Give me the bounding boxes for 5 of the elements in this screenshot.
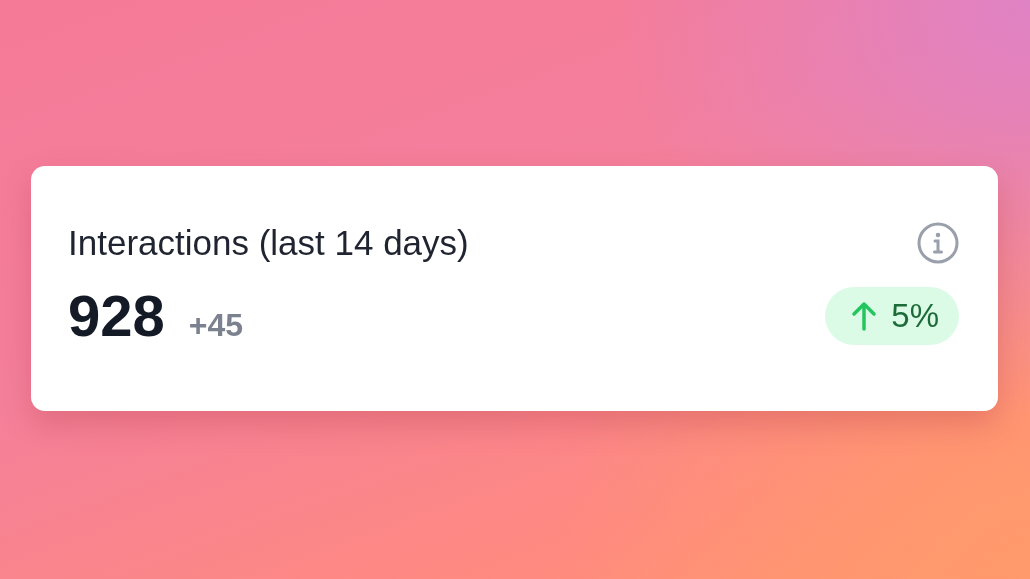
info-icon[interactable]: [917, 222, 959, 264]
trend-percent: 5%: [891, 296, 939, 335]
stat-value: 928: [68, 282, 165, 349]
card-title: Interactions (last 14 days): [68, 223, 469, 263]
stat-delta: +45: [188, 307, 244, 344]
